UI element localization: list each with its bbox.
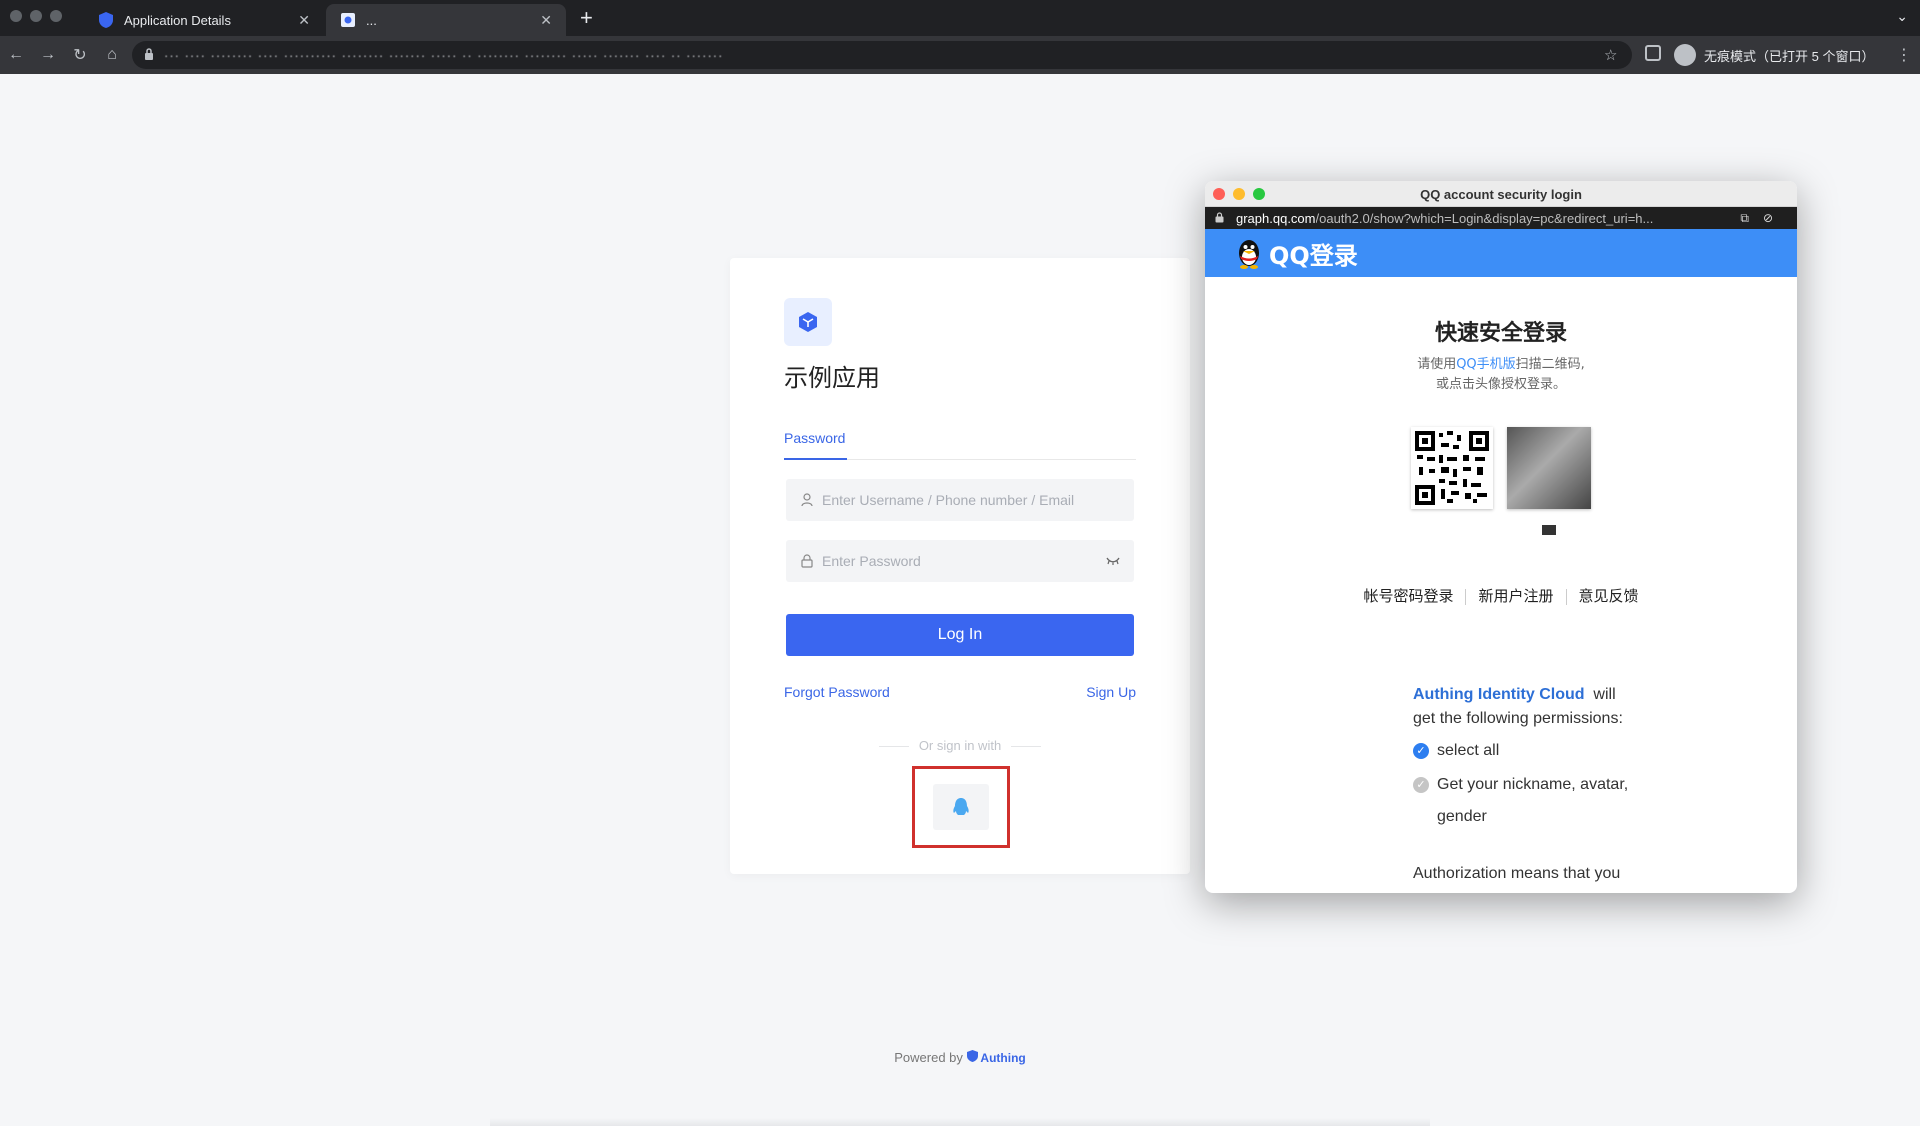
browser-tabstrip: Application Details ✕ ... ✕ + ⌄ bbox=[0, 0, 1920, 36]
url-path: /oauth2.0/show?which=Login&display=pc&re… bbox=[1315, 210, 1654, 226]
chevron-down-icon[interactable]: ⌄ bbox=[1896, 8, 1908, 25]
password-placeholder: Enter Password bbox=[822, 553, 921, 569]
qr-code bbox=[1411, 427, 1493, 509]
or-sign-in-with: Or sign in with bbox=[730, 738, 1190, 753]
tab-application-details[interactable]: Application Details ✕ bbox=[84, 4, 324, 36]
scan-hint: 请使用QQ手机版扫描二维码, 或点击头像授权登录。 bbox=[1417, 357, 1585, 392]
star-icon[interactable]: ☆ bbox=[1604, 46, 1617, 64]
incognito-indicator[interactable]: 无痕模式（已打开 5 个窗口） bbox=[1674, 42, 1874, 68]
quick-login-title: 快速安全登录 bbox=[1434, 321, 1567, 346]
user-icon bbox=[800, 493, 814, 507]
eye-closed-icon[interactable] bbox=[1106, 554, 1120, 568]
tab-password[interactable]: Password bbox=[784, 430, 848, 460]
browser-toolbar: ← → ↻ ⌂ ··· ···· ········ ···· ·········… bbox=[0, 36, 1920, 74]
account-password-login-link[interactable]: 帐号密码登录 bbox=[1363, 587, 1453, 605]
permissions-section: Authing Identity Cloud will get the foll… bbox=[1413, 683, 1673, 833]
sign-up-link[interactable]: Sign Up bbox=[1086, 684, 1136, 700]
tab-current[interactable]: ... ✕ bbox=[326, 4, 566, 36]
login-options: 帐号密码登录 新用户注册 意见反馈 bbox=[1205, 585, 1797, 606]
login-button[interactable]: Log In bbox=[786, 614, 1134, 656]
login-card: 示例应用 Password Enter Username / Phone num… bbox=[730, 258, 1190, 874]
forward-icon[interactable]: → bbox=[32, 46, 64, 64]
popup-titlebar: QQ account security login bbox=[1205, 181, 1797, 207]
lock-icon bbox=[1215, 211, 1224, 226]
authing-brand[interactable]: Authing bbox=[966, 1050, 1026, 1065]
popup-url-bar[interactable]: graph.qq.com /oauth2.0/show?which=Login&… bbox=[1205, 207, 1797, 229]
select-all-checkbox[interactable]: ✓ select all bbox=[1413, 739, 1673, 763]
address-bar[interactable]: ··· ···· ········ ···· ·········· ······… bbox=[132, 41, 1632, 69]
authorization-text: Authorization means that you bbox=[1413, 865, 1621, 882]
qq-icon bbox=[953, 798, 969, 815]
new-tab-button[interactable]: + bbox=[580, 6, 593, 30]
qq-login-button[interactable] bbox=[933, 784, 989, 830]
qq-login-popup: QQ account security login graph.qq.com /… bbox=[1205, 181, 1797, 893]
app-name-link[interactable]: Authing Identity Cloud bbox=[1413, 686, 1585, 703]
qq-header: QQ登录 bbox=[1205, 229, 1797, 277]
shield-icon bbox=[98, 12, 114, 28]
username-placeholder: Enter Username / Phone number / Email bbox=[822, 492, 1075, 508]
lock-icon bbox=[144, 47, 154, 63]
user-avatar[interactable] bbox=[1507, 427, 1591, 509]
translate-icon[interactable]: ⧉⊘ bbox=[1740, 211, 1787, 226]
cube-icon bbox=[799, 312, 817, 332]
powered-by: Powered by Authing bbox=[894, 1050, 1026, 1065]
login-tabs: Password bbox=[784, 430, 1136, 460]
url-text: ··· ···· ········ ···· ·········· ······… bbox=[164, 47, 724, 63]
qq-login-button-highlight[interactable] bbox=[912, 766, 1010, 848]
check-icon: ✓ bbox=[1413, 743, 1429, 759]
qq-mobile-link[interactable]: QQ手机版 bbox=[1456, 357, 1515, 372]
reload-icon[interactable]: ↻ bbox=[64, 45, 96, 65]
popup-title: QQ account security login bbox=[1420, 187, 1582, 202]
incognito-label: 无痕模式（已打开 5 个窗口） bbox=[1704, 48, 1875, 64]
app-logo bbox=[784, 298, 832, 346]
register-link[interactable]: 新用户注册 bbox=[1478, 587, 1553, 605]
side-panel-icon[interactable] bbox=[1645, 45, 1661, 61]
permissions-intro: get the following permissions: bbox=[1413, 710, 1623, 727]
menu-icon[interactable]: ⋮ bbox=[1896, 45, 1912, 65]
check-icon: ✓ bbox=[1413, 777, 1429, 793]
back-icon[interactable]: ← bbox=[0, 46, 32, 64]
forgot-password-link[interactable]: Forgot Password bbox=[784, 684, 890, 700]
password-input[interactable]: Enter Password bbox=[786, 540, 1134, 582]
feedback-link[interactable]: 意见反馈 bbox=[1579, 587, 1639, 605]
avatar-nickname bbox=[1542, 525, 1556, 535]
bottom-divider bbox=[490, 1118, 1430, 1126]
close-icon[interactable]: ✕ bbox=[540, 12, 552, 29]
app-title: 示例应用 bbox=[784, 364, 880, 392]
shield-icon bbox=[966, 1050, 978, 1062]
window-controls[interactable] bbox=[10, 10, 62, 22]
close-icon[interactable]: ✕ bbox=[298, 12, 310, 29]
lock-icon bbox=[800, 554, 814, 568]
nickname-permission-checkbox[interactable]: ✓ Get your nickname, avatar, gender bbox=[1413, 769, 1673, 833]
home-icon[interactable]: ⌂ bbox=[96, 46, 128, 64]
username-input[interactable]: Enter Username / Phone number / Email bbox=[786, 479, 1134, 521]
incognito-icon bbox=[1674, 44, 1696, 66]
app-favicon-icon bbox=[340, 12, 356, 28]
tab-label: ... bbox=[366, 12, 377, 28]
qq-header-title: QQ登录 bbox=[1269, 241, 1358, 270]
url-host: graph.qq.com bbox=[1236, 210, 1316, 226]
tab-label: Application Details bbox=[124, 12, 231, 28]
qq-penguin-icon bbox=[1239, 240, 1259, 269]
